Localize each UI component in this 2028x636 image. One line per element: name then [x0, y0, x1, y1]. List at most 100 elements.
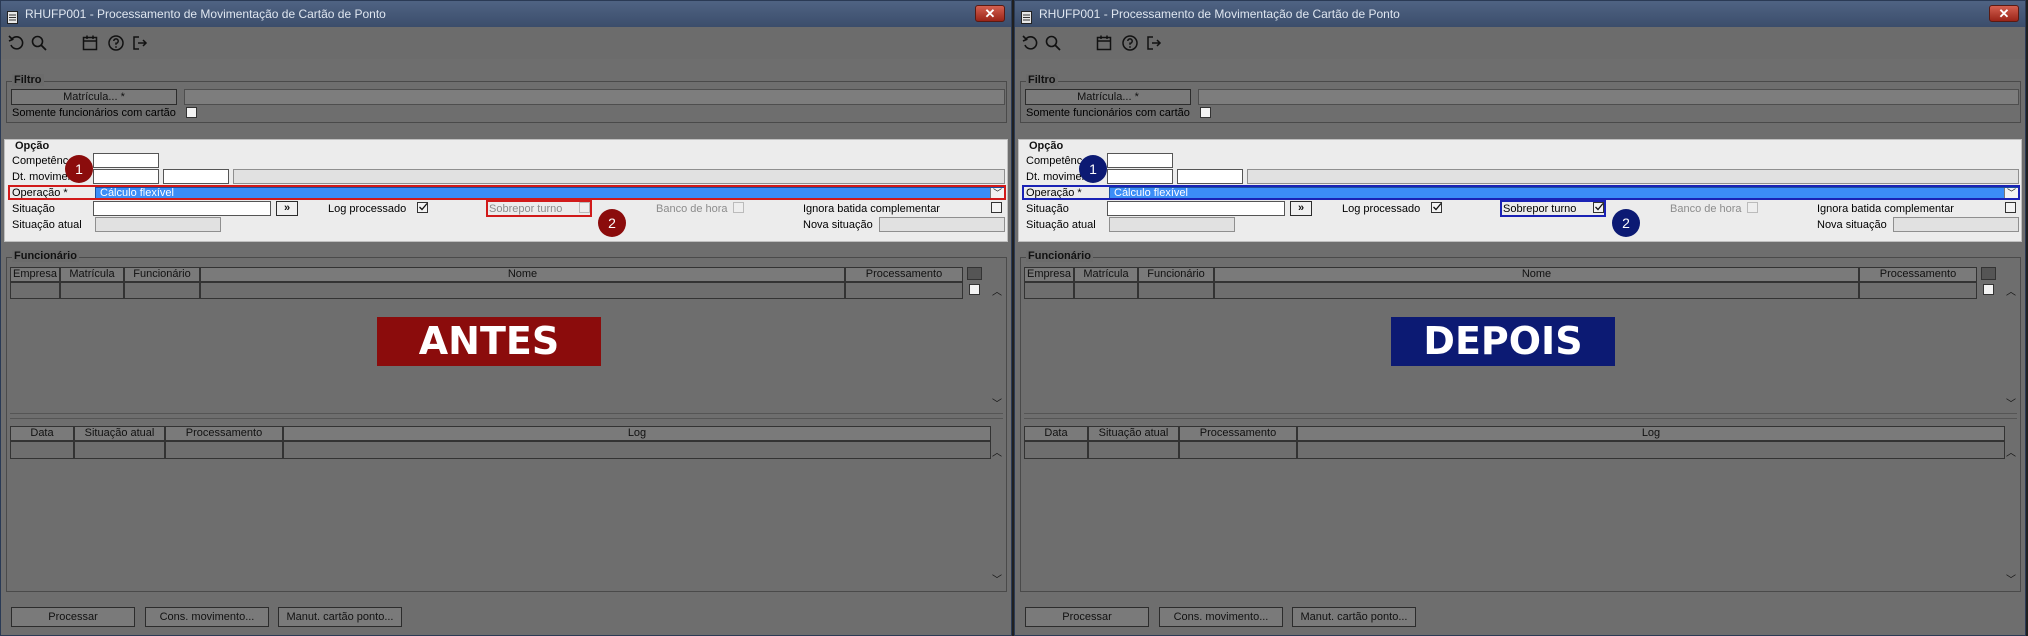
nova-situacao-label: Nova situação: [803, 219, 873, 231]
manut-cartao-button[interactable]: Manut. cartão ponto...: [278, 607, 402, 627]
cons-movimento-button[interactable]: Cons. movimento...: [145, 607, 269, 627]
scroll-down-icon[interactable]: ﹀: [2004, 395, 2018, 410]
table-row-cell[interactable]: [60, 282, 124, 299]
col-empresa[interactable]: Empresa: [10, 267, 60, 282]
help-icon[interactable]: [1121, 34, 1139, 52]
exit-icon[interactable]: [131, 34, 149, 52]
log-row-cell[interactable]: [283, 441, 991, 459]
col-situacao-atual[interactable]: Situação atual: [74, 426, 165, 441]
table-row-cell[interactable]: [124, 282, 200, 299]
row-checkbox[interactable]: [969, 284, 980, 295]
situacao-input[interactable]: [1107, 201, 1285, 216]
col-matricula[interactable]: Matrícula: [1074, 267, 1138, 282]
banco-de-hora-label: Banco de hora: [1670, 203, 1742, 215]
splitter-handle[interactable]: [1024, 413, 2017, 419]
log-row-cell[interactable]: [1024, 441, 1088, 459]
opcao-legend: Opção: [1029, 140, 1064, 152]
log-scroll-up-icon[interactable]: ︿: [990, 444, 1004, 459]
ignora-batida-checkbox[interactable]: [991, 202, 1002, 213]
log-row-cell[interactable]: [165, 441, 283, 459]
col-processamento[interactable]: Processamento: [1859, 267, 1977, 282]
table-row-cell[interactable]: [1859, 282, 1977, 299]
dt-movimento-end-input[interactable]: [163, 169, 229, 184]
col-log[interactable]: Log: [283, 426, 991, 441]
processar-button[interactable]: Processar: [11, 607, 135, 627]
col-matricula[interactable]: Matrícula: [60, 267, 124, 282]
log-row-cell[interactable]: [74, 441, 165, 459]
log-scroll-up-icon[interactable]: ︿: [2004, 444, 2018, 459]
log-row-cell[interactable]: [10, 441, 74, 459]
situacao-atual-field: [95, 217, 221, 232]
col-nome[interactable]: Nome: [1214, 267, 1859, 282]
situacao-atual-field: [1109, 217, 1235, 232]
splitter-handle[interactable]: [10, 413, 1003, 419]
col-log-processamento[interactable]: Processamento: [1179, 426, 1297, 441]
col-situacao-atual[interactable]: Situação atual: [1088, 426, 1179, 441]
ignora-batida-checkbox[interactable]: [2005, 202, 2016, 213]
col-funcionario[interactable]: Funcionário: [124, 267, 200, 282]
window-panel-depois: RHUFP001 - Processamento de Movimentação…: [1014, 0, 2026, 636]
log-scroll-down-icon[interactable]: ﹀: [2004, 571, 2018, 586]
scroll-up-icon[interactable]: ︿: [2004, 283, 2018, 298]
highlight-operacao: [1022, 185, 2020, 200]
log-row-cell[interactable]: [1179, 441, 1297, 459]
select-all-checkbox[interactable]: [967, 267, 982, 280]
table-row-cell[interactable]: [1074, 282, 1138, 299]
col-funcionario[interactable]: Funcionário: [1138, 267, 1214, 282]
col-data[interactable]: Data: [10, 426, 74, 441]
document-icon: [7, 7, 18, 24]
table-row-cell[interactable]: [10, 282, 60, 299]
somente-label: Somente funcionários com cartão: [1026, 107, 1190, 119]
cons-movimento-button[interactable]: Cons. movimento...: [1159, 607, 1283, 627]
col-data[interactable]: Data: [1024, 426, 1088, 441]
competencia-input[interactable]: [93, 153, 159, 168]
calendar-icon[interactable]: [1095, 34, 1113, 52]
processar-button[interactable]: Processar: [1025, 607, 1149, 627]
log-processado-checkbox[interactable]: [417, 202, 428, 213]
undo-icon[interactable]: [1021, 34, 1039, 52]
dt-movimento-start-input[interactable]: [93, 169, 159, 184]
table-row-cell[interactable]: [845, 282, 963, 299]
document-icon: [1021, 7, 1032, 24]
close-button[interactable]: ✕: [975, 5, 1005, 22]
log-row-cell[interactable]: [1297, 441, 2005, 459]
search-icon[interactable]: [1044, 34, 1062, 52]
banco-de-hora-checkbox[interactable]: [733, 202, 744, 213]
col-log-processamento[interactable]: Processamento: [165, 426, 283, 441]
somente-checkbox[interactable]: [1200, 107, 1211, 118]
dt-movimento-end-input[interactable]: [1177, 169, 1243, 184]
close-button[interactable]: ✕: [1989, 5, 2019, 22]
log-processado-checkbox[interactable]: [1431, 202, 1442, 213]
table-row-cell[interactable]: [1138, 282, 1214, 299]
banco-de-hora-checkbox[interactable]: [1747, 202, 1758, 213]
situacao-lookup-button[interactable]: »: [1290, 201, 1312, 216]
window-title: RHUFP001 - Processamento de Movimentação…: [25, 7, 386, 21]
calendar-icon[interactable]: [81, 34, 99, 52]
col-log[interactable]: Log: [1297, 426, 2005, 441]
scroll-down-icon[interactable]: ﹀: [990, 395, 1004, 410]
situacao-lookup-button[interactable]: »: [276, 201, 298, 216]
select-all-checkbox[interactable]: [1981, 267, 1996, 280]
row-checkbox[interactable]: [1983, 284, 1994, 295]
table-row-cell[interactable]: [1214, 282, 1859, 299]
matricula-button[interactable]: Matrícula... *: [1025, 89, 1191, 105]
matricula-button[interactable]: Matrícula... *: [11, 89, 177, 105]
situacao-input[interactable]: [93, 201, 271, 216]
col-empresa[interactable]: Empresa: [1024, 267, 1074, 282]
scroll-up-icon[interactable]: ︿: [990, 283, 1004, 298]
competencia-input[interactable]: [1107, 153, 1173, 168]
table-row-cell[interactable]: [200, 282, 845, 299]
search-icon[interactable]: [30, 34, 48, 52]
highlight-sobrepor: [486, 200, 592, 217]
table-row-cell[interactable]: [1024, 282, 1074, 299]
log-scroll-down-icon[interactable]: ﹀: [990, 571, 1004, 586]
help-icon[interactable]: [107, 34, 125, 52]
undo-icon[interactable]: [7, 34, 25, 52]
manut-cartao-button[interactable]: Manut. cartão ponto...: [1292, 607, 1416, 627]
col-nome[interactable]: Nome: [200, 267, 845, 282]
somente-checkbox[interactable]: [186, 107, 197, 118]
log-row-cell[interactable]: [1088, 441, 1179, 459]
dt-movimento-start-input[interactable]: [1107, 169, 1173, 184]
exit-icon[interactable]: [1145, 34, 1163, 52]
col-processamento[interactable]: Processamento: [845, 267, 963, 282]
